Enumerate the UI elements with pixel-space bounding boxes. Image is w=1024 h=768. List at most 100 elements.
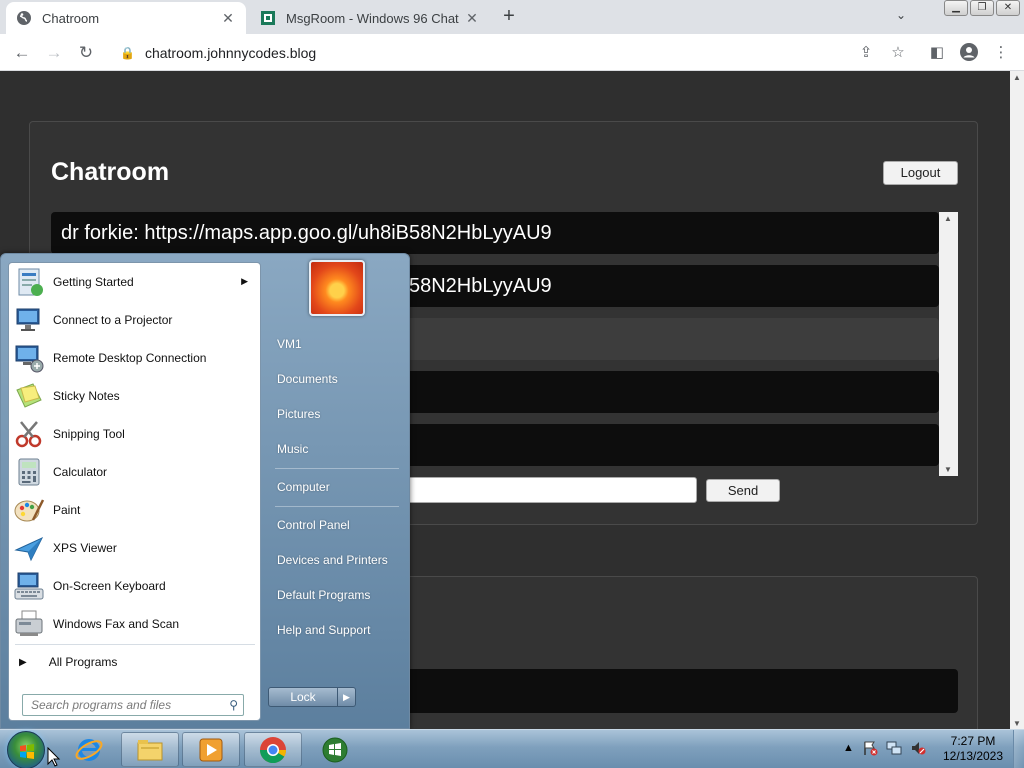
- start-item-pictures[interactable]: Pictures: [277, 407, 320, 421]
- projector-icon: [13, 304, 45, 336]
- program-sticky-notes[interactable]: Sticky Notes: [13, 378, 258, 414]
- system-clock[interactable]: 7:27 PM 12/13/2023: [938, 734, 1008, 764]
- divider: [275, 468, 399, 469]
- reload-icon[interactable]: ↻: [75, 42, 97, 64]
- tab-chatroom[interactable]: Chatroom ✕: [6, 2, 246, 34]
- search-placeholder: Search programs and files: [31, 698, 172, 712]
- windows-logo-icon: [20, 744, 34, 759]
- forward-arrow-icon[interactable]: →: [43, 42, 65, 64]
- window-controls: ▁ ❐ ✕: [944, 0, 1020, 16]
- start-item-help-support[interactable]: Help and Support: [277, 623, 370, 637]
- program-on-screen-keyboard[interactable]: On-Screen Keyboard: [13, 568, 258, 604]
- internet-explorer-icon: [75, 738, 103, 761]
- share-icon[interactable]: ⇪: [855, 42, 877, 64]
- program-connect-projector[interactable]: Connect to a Projector: [13, 302, 258, 338]
- message-scrollbar[interactable]: ▲ ▼: [939, 212, 958, 476]
- program-label: Snipping Tool: [53, 427, 125, 441]
- program-calculator[interactable]: Calculator: [13, 454, 258, 490]
- minimize-button[interactable]: ▁: [944, 0, 968, 16]
- taskbar-windows-update[interactable]: [306, 732, 364, 767]
- program-xps-viewer[interactable]: XPS Viewer: [13, 530, 258, 566]
- globe-icon: [16, 10, 32, 26]
- clock-date: 12/13/2023: [942, 749, 1004, 763]
- maximize-button[interactable]: ❐: [970, 0, 994, 16]
- scroll-up-arrow-icon[interactable]: ▲: [944, 214, 952, 223]
- program-fax-scan[interactable]: Windows Fax and Scan: [13, 606, 258, 642]
- start-menu-places-pane: VM1 Documents Pictures Music Computer Co…: [263, 254, 409, 730]
- start-item-control-panel[interactable]: Control Panel: [277, 518, 350, 532]
- scroll-up-arrow-icon[interactable]: ▲: [1013, 73, 1021, 82]
- new-tab-button[interactable]: +: [498, 6, 520, 28]
- tab-msgroom[interactable]: MsgRoom - Windows 96 Chat ✕: [250, 2, 490, 34]
- program-remote-desktop[interactable]: Remote Desktop Connection: [13, 340, 258, 376]
- lock-icon[interactable]: 🔒: [120, 46, 135, 60]
- profile-avatar-icon[interactable]: [958, 42, 980, 64]
- back-arrow-icon[interactable]: ←: [11, 42, 33, 64]
- user-picture[interactable]: [309, 260, 365, 316]
- start-item-music[interactable]: Music: [277, 442, 308, 456]
- start-item-devices-printers[interactable]: Devices and Printers: [277, 553, 388, 567]
- keyboard-icon: [13, 570, 45, 602]
- scroll-down-arrow-icon[interactable]: ▼: [1013, 719, 1021, 728]
- submenu-arrow-icon: ▶: [241, 276, 248, 286]
- program-label: Sticky Notes: [53, 389, 120, 403]
- page-title: Chatroom: [51, 158, 170, 186]
- start-menu-programs-pane: Getting Started ▶ Connect to a Projector…: [8, 262, 261, 721]
- program-label: On-Screen Keyboard: [53, 579, 166, 593]
- logout-button[interactable]: Logout: [883, 161, 958, 185]
- show-hidden-icons-icon[interactable]: ▲: [843, 742, 854, 754]
- network-icon[interactable]: [886, 740, 902, 756]
- mouse-cursor-icon: [47, 747, 61, 767]
- lock-button[interactable]: Lock: [268, 687, 338, 707]
- taskbar-media-player[interactable]: [182, 732, 240, 767]
- program-label: Getting Started: [53, 275, 134, 289]
- program-snipping-tool[interactable]: Snipping Tool: [13, 416, 258, 452]
- taskbar-chrome[interactable]: [244, 732, 302, 767]
- system-tray: ▲: [843, 740, 926, 756]
- program-paint[interactable]: Paint: [13, 492, 258, 528]
- program-label: Paint: [53, 503, 81, 517]
- file-explorer-icon: [137, 739, 163, 760]
- program-label: Windows Fax and Scan: [53, 617, 180, 631]
- start-item-computer[interactable]: Computer: [277, 480, 330, 494]
- remote-desktop-icon: [13, 342, 45, 374]
- action-center-flag-icon[interactable]: [862, 740, 878, 756]
- getting-started-icon: [13, 266, 45, 298]
- chat-message: dr forkie: https://maps.app.goo.gl/uh8iB…: [51, 212, 939, 254]
- all-programs-button[interactable]: ▶ All Programs: [19, 652, 117, 672]
- program-getting-started[interactable]: Getting Started ▶: [13, 264, 258, 300]
- taskbar-internet-explorer[interactable]: [60, 732, 118, 767]
- bookmark-star-icon[interactable]: ☆: [887, 42, 909, 64]
- start-button[interactable]: [7, 731, 45, 768]
- msgroom-favicon-icon: [260, 10, 276, 26]
- address-bar[interactable]: 🔒 chatroom.johnnycodes.blog: [108, 38, 913, 67]
- url-text: chatroom.johnnycodes.blog: [144, 44, 317, 61]
- chrome-icon: [259, 736, 287, 763]
- start-item-user[interactable]: VM1: [277, 337, 302, 351]
- sticky-notes-icon: [13, 380, 45, 412]
- start-search-input[interactable]: Search programs and files ⚲: [22, 694, 244, 716]
- close-tab-icon[interactable]: ✕: [464, 10, 480, 27]
- start-item-documents[interactable]: Documents: [277, 372, 338, 386]
- all-programs-label: All Programs: [48, 655, 118, 669]
- side-panel-icon[interactable]: ◧: [926, 42, 948, 64]
- power-options-arrow-icon[interactable]: ▶: [338, 687, 356, 707]
- show-desktop-button[interactable]: [1013, 730, 1024, 768]
- divider: [15, 644, 255, 645]
- taskbar-file-explorer[interactable]: [121, 732, 179, 767]
- search-icon[interactable]: ⚲: [229, 695, 238, 715]
- program-label: Connect to a Projector: [53, 313, 173, 327]
- close-window-button[interactable]: ✕: [996, 0, 1020, 16]
- divider: [275, 506, 399, 507]
- send-button[interactable]: Send: [706, 479, 780, 502]
- start-menu: Getting Started ▶ Connect to a Projector…: [0, 253, 410, 729]
- volume-muted-icon[interactable]: [910, 740, 926, 756]
- program-label: Remote Desktop Connection: [53, 351, 207, 365]
- browser-menu-icon[interactable]: ⋮: [990, 42, 1012, 64]
- scroll-down-arrow-icon[interactable]: ▼: [944, 465, 952, 474]
- close-tab-icon[interactable]: ✕: [220, 10, 236, 27]
- tab-search-chevron-icon[interactable]: ⌄: [896, 8, 906, 22]
- taskbar: ▲ 7:27 PM 12/13/2023: [0, 729, 1024, 768]
- start-item-default-programs[interactable]: Default Programs: [277, 588, 370, 602]
- page-scrollbar[interactable]: ▲ ▼: [1010, 71, 1024, 730]
